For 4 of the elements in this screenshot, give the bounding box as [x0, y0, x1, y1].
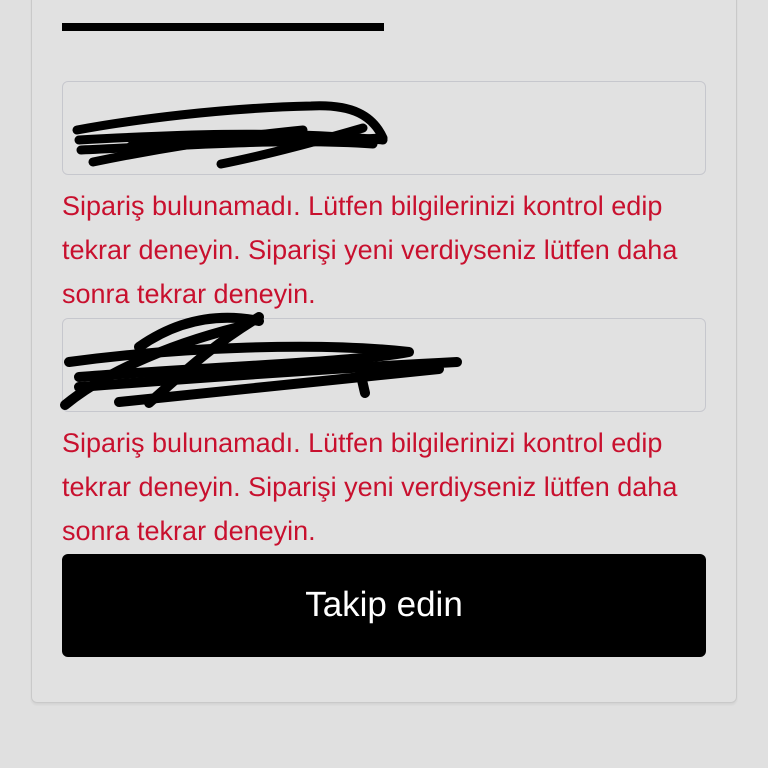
track-button[interactable]: Takip edin — [62, 554, 706, 657]
error-message: Sipariş bulunamadı. Lütfen bilgilerinizi kontrol edip tekrar deneyin. Siparişi yeni verdiyseniz lütfen daha sonra tekrar deneyin. — [62, 427, 678, 548]
input-field[interactable] — [62, 81, 706, 175]
error-message: Sipariş bulunamadı. Lütfen bilgilerinizi kontrol edip tekrar deneyin. Siparişi yeni verdiyseniz lütfen daha sonra tekrar deneyin. — [62, 190, 678, 311]
